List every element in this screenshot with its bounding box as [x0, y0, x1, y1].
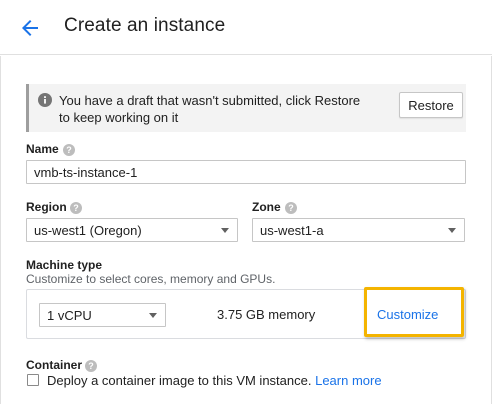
dropdown-caret-icon	[149, 313, 157, 318]
svg-text:?: ?	[88, 361, 94, 371]
svg-text:?: ?	[288, 203, 294, 213]
container-checkbox-text: Deploy a container image to this VM inst…	[47, 373, 312, 388]
zone-select[interactable]: us-west1-a	[252, 218, 465, 242]
draft-banner: You have a draft that wasn't submitted, …	[26, 84, 466, 132]
dropdown-caret-icon	[221, 228, 229, 233]
customize-link[interactable]: Customize	[377, 307, 438, 322]
machine-type-label: Machine type	[26, 258, 103, 272]
restore-button[interactable]: Restore	[399, 92, 463, 118]
container-checkbox-label: Deploy a container image to this VM inst…	[47, 373, 382, 388]
header-bar: Create an instance	[0, 0, 492, 55]
cpu-select[interactable]: 1 vCPU	[39, 303, 166, 327]
help-icon[interactable]: ?	[85, 359, 97, 372]
container-label: Container	[26, 358, 83, 372]
cpu-select-value: 1 vCPU	[47, 308, 92, 323]
dropdown-caret-icon	[448, 228, 456, 233]
zone-select-value: us-west1-a	[260, 223, 324, 238]
region-select-value: us-west1 (Oregon)	[34, 223, 142, 238]
back-arrow-icon[interactable]	[18, 16, 42, 40]
page-title: Create an instance	[64, 15, 226, 36]
help-icon[interactable]: ?	[63, 143, 75, 156]
svg-text:?: ?	[73, 203, 79, 213]
name-input[interactable]: vmb-ts-instance-1	[26, 160, 466, 184]
content-left-border	[0, 56, 1, 404]
banner-message: You have a draft that wasn't submitted, …	[59, 93, 361, 125]
info-icon	[38, 93, 52, 107]
zone-label: Zone	[252, 200, 281, 214]
machine-type-box: 1 vCPU 3.75 GB memory Customize	[26, 287, 466, 339]
memory-value: 3.75 GB memory	[217, 307, 316, 322]
name-label: Name	[26, 142, 59, 156]
container-checkbox[interactable]	[27, 374, 39, 386]
learn-more-link[interactable]: Learn more	[315, 373, 381, 388]
region-select[interactable]: us-west1 (Oregon)	[26, 218, 238, 242]
help-icon[interactable]: ?	[70, 201, 82, 214]
region-label: Region	[26, 200, 67, 214]
svg-text:?: ?	[66, 145, 72, 155]
machine-type-description: Customize to select cores, memory and GP…	[26, 272, 276, 286]
help-icon[interactable]: ?	[285, 201, 297, 214]
